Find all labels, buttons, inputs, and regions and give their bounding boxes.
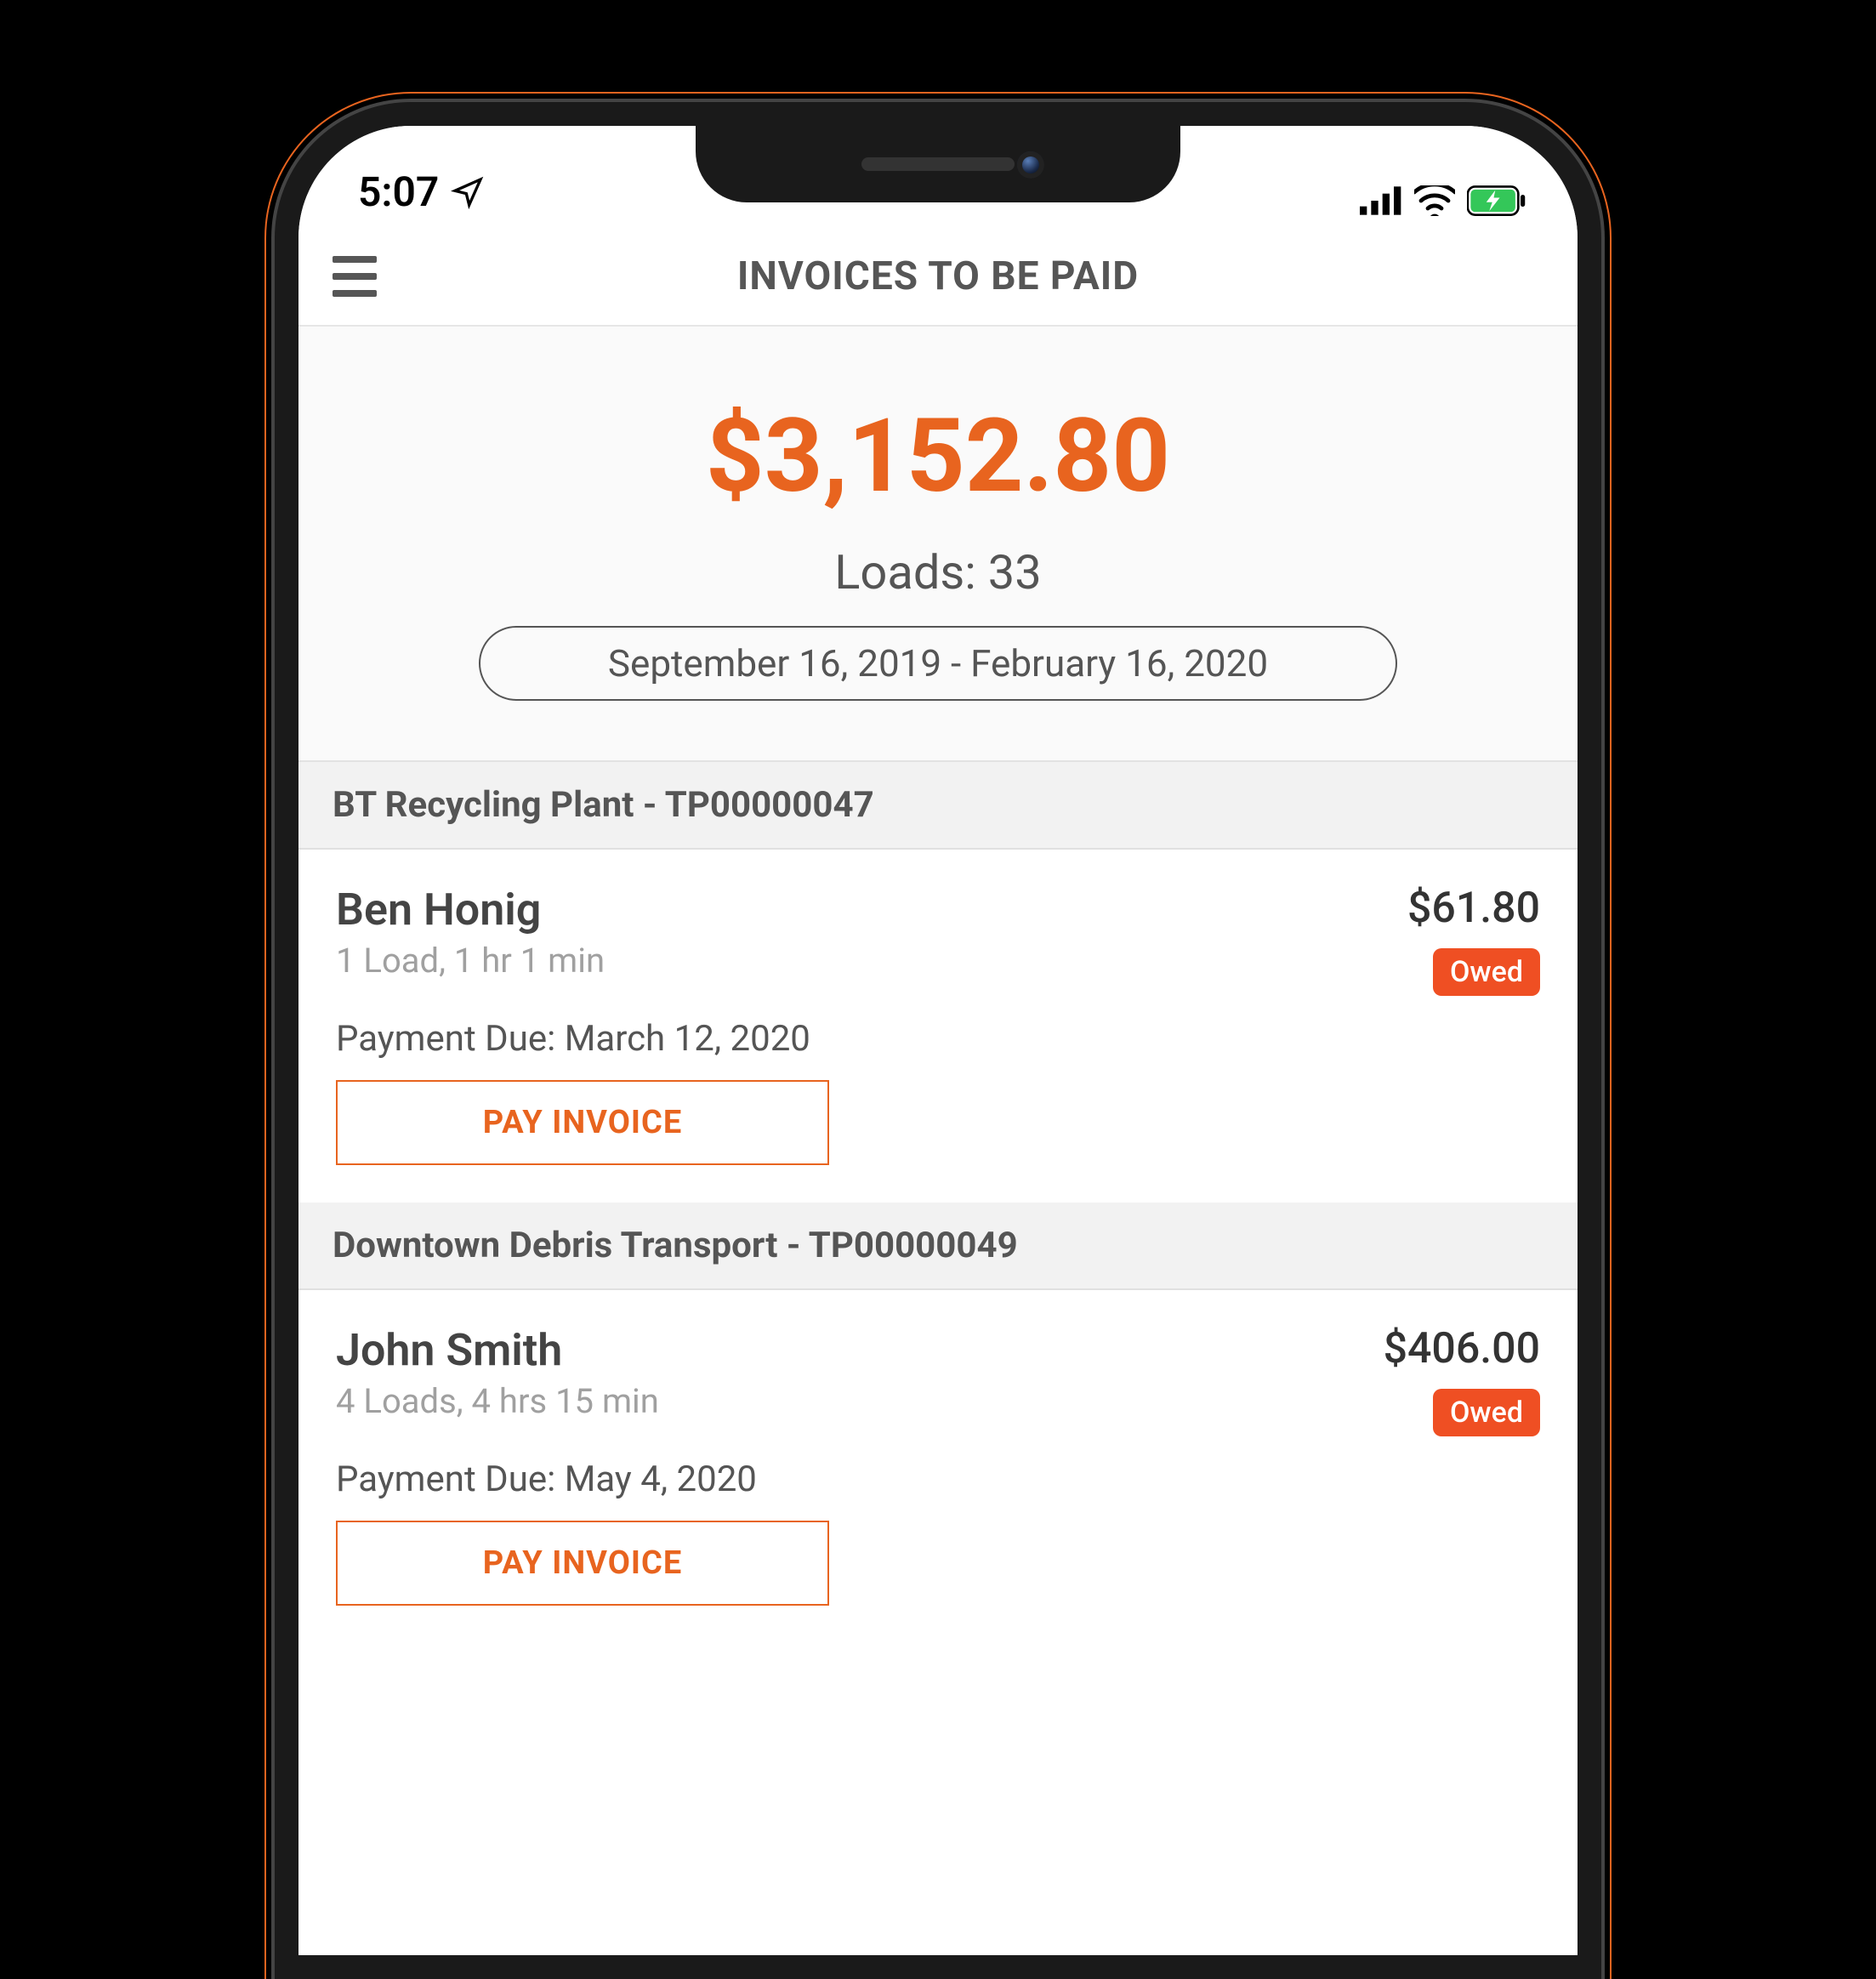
phone-frame: 5:07 INVOICES TO B <box>275 102 1601 1979</box>
total-amount: $3,152.80 <box>333 403 1543 510</box>
wifi-icon <box>1414 185 1455 216</box>
page-title: INVOICES TO BE PAID <box>384 253 1543 299</box>
summary-panel: $3,152.80 Loads: 33 September 16, 2019 -… <box>298 327 1578 762</box>
section-header: Downtown Debris Transport - TP00000049 <box>298 1203 1578 1290</box>
hamburger-menu-icon[interactable] <box>333 251 384 302</box>
status-badge: Owed <box>1433 948 1540 996</box>
date-range-pill[interactable]: September 16, 2019 - February 16, 2020 <box>479 626 1397 701</box>
screen: 5:07 INVOICES TO B <box>298 126 1578 1955</box>
payment-due: Payment Due: March 12, 2020 <box>336 1018 1540 1060</box>
invoice-detail: 1 Load, 1 hr 1 min <box>336 941 605 981</box>
front-camera <box>1017 151 1044 179</box>
payment-due: Payment Due: May 4, 2020 <box>336 1459 1540 1500</box>
status-time: 5:07 <box>358 168 439 216</box>
invoice-card: Ben Honig 1 Load, 1 hr 1 min $61.80 Owed… <box>298 850 1578 1203</box>
invoice-card: John Smith 4 Loads, 4 hrs 15 min $406.00… <box>298 1290 1578 1643</box>
invoice-detail: 4 Loads, 4 hrs 15 min <box>336 1381 659 1421</box>
speaker-grill <box>861 157 1015 171</box>
invoice-amount: $406.00 <box>1384 1324 1540 1373</box>
invoice-name: John Smith <box>336 1324 659 1376</box>
battery-charging-icon <box>1467 185 1526 216</box>
notch <box>696 126 1180 202</box>
app-header: INVOICES TO BE PAID <box>298 228 1578 327</box>
location-arrow-icon <box>451 175 485 209</box>
pay-invoice-button[interactable]: PAY INVOICE <box>336 1080 829 1165</box>
invoice-name: Ben Honig <box>336 884 605 935</box>
invoice-amount: $61.80 <box>1407 884 1540 933</box>
loads-count: Loads: 33 <box>333 544 1543 600</box>
cellular-signal-icon <box>1360 185 1402 216</box>
status-badge: Owed <box>1433 1389 1540 1436</box>
section-header: BT Recycling Plant - TP00000047 <box>298 762 1578 850</box>
pay-invoice-button[interactable]: PAY INVOICE <box>336 1521 829 1606</box>
